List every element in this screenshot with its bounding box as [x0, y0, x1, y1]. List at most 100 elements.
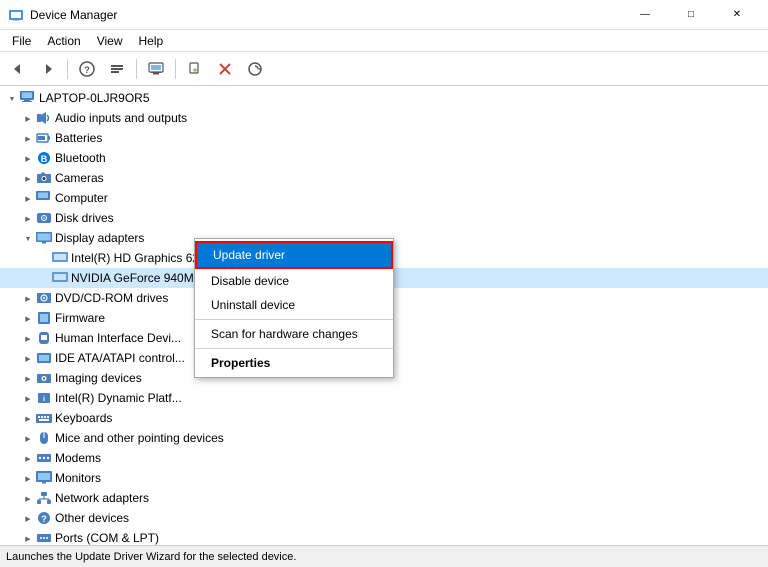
expander-bluetooth[interactable] [20, 148, 36, 168]
context-menu-properties[interactable]: Properties [195, 351, 393, 375]
expander-imaging[interactable] [20, 368, 36, 388]
tree-item-batteries[interactable]: Batteries [0, 128, 768, 148]
help-icon: ? [79, 61, 95, 77]
tree-item-modems[interactable]: Modems [0, 448, 768, 468]
expander-audio[interactable] [20, 108, 36, 128]
context-menu-disable-device[interactable]: Disable device [195, 269, 393, 293]
icon-other: ? [36, 510, 52, 526]
context-menu-uninstall-device[interactable]: Uninstall device [195, 293, 393, 317]
tree-item-monitors[interactable]: Monitors [0, 468, 768, 488]
toolbar-separator-2 [136, 59, 137, 79]
tree-label-bluetooth: Bluetooth [55, 151, 106, 165]
icon-nvidia [52, 270, 68, 286]
tree-item-disk[interactable]: Disk drives [0, 208, 768, 228]
icon-cameras [36, 170, 52, 186]
tree-label-dvd: DVD/CD-ROM drives [55, 291, 168, 305]
expander-monitors[interactable] [20, 468, 36, 488]
tree-label-firmware: Firmware [55, 311, 105, 325]
tree-item-mice[interactable]: Mice and other pointing devices [0, 428, 768, 448]
toolbar-separator-1 [67, 59, 68, 79]
expander-hid[interactable] [20, 328, 36, 348]
toolbar: ? + [0, 52, 768, 86]
tree-item-other[interactable]: ? Other devices [0, 508, 768, 528]
expander-display[interactable] [20, 228, 36, 248]
properties-icon [109, 61, 125, 77]
tree-label-ports: Ports (COM & LPT) [55, 531, 159, 545]
expander-other[interactable] [20, 508, 36, 528]
toolbar-scan-button[interactable] [241, 55, 269, 83]
tree-label-monitors: Monitors [55, 471, 101, 485]
icon-hid [36, 330, 52, 346]
context-menu-separator-2 [195, 348, 393, 349]
icon-monitors [36, 470, 52, 486]
icon-intel-hd [52, 250, 68, 266]
svg-text:?: ? [41, 514, 47, 524]
tree-label-batteries: Batteries [55, 131, 102, 145]
expander-mice[interactable] [20, 428, 36, 448]
title-bar-left: Device Manager [8, 7, 117, 23]
tree-item-ports[interactable]: Ports (COM & LPT) [0, 528, 768, 545]
expander-disk[interactable] [20, 208, 36, 228]
context-menu: Update driver Disable device Uninstall d… [194, 238, 394, 378]
icon-modems [36, 450, 52, 466]
tree-item-bluetooth[interactable]: B Bluetooth [0, 148, 768, 168]
icon-keyboards [36, 410, 52, 426]
icon-ports [36, 530, 52, 545]
tree-label-network: Network adapters [55, 491, 149, 505]
menu-help[interactable]: Help [131, 30, 172, 51]
tree-label-other: Other devices [55, 511, 129, 525]
maximize-button[interactable]: □ [668, 0, 714, 30]
tree-label-modems: Modems [55, 451, 101, 465]
close-button[interactable]: ✕ [714, 0, 760, 30]
expander-network[interactable] [20, 488, 36, 508]
expander-modems[interactable] [20, 448, 36, 468]
back-icon [10, 61, 26, 77]
icon-network [36, 490, 52, 506]
minimize-button[interactable]: — [622, 0, 668, 30]
tree-label-disk: Disk drives [55, 211, 114, 225]
tree-item-network[interactable]: Network adapters [0, 488, 768, 508]
toolbar-new-button[interactable]: + [181, 55, 209, 83]
tree-label-audio: Audio inputs and outputs [55, 111, 187, 125]
tree-item-computer[interactable]: Computer [0, 188, 768, 208]
expander-keyboards[interactable] [20, 408, 36, 428]
menu-file[interactable]: File [4, 30, 39, 51]
expander-cameras[interactable] [20, 168, 36, 188]
tree-item-keyboards[interactable]: Keyboards [0, 408, 768, 428]
expander-firmware[interactable] [20, 308, 36, 328]
expander-batteries[interactable] [20, 128, 36, 148]
window-title: Device Manager [30, 8, 117, 22]
svg-text:+: + [192, 65, 197, 75]
tree-item-root[interactable]: LAPTOP-0LJR9OR5 [0, 88, 768, 108]
tree-label-root: LAPTOP-0LJR9OR5 [39, 91, 150, 105]
tree-label-keyboards: Keyboards [55, 411, 112, 425]
context-menu-update-driver[interactable]: Update driver [195, 241, 393, 269]
toolbar-back-button[interactable] [4, 55, 32, 83]
menu-bar: File Action View Help [0, 30, 768, 52]
tree-item-audio[interactable]: Audio inputs and outputs [0, 108, 768, 128]
menu-action[interactable]: Action [39, 30, 88, 51]
tree-item-intel-dynamic[interactable]: i Intel(R) Dynamic Platf... [0, 388, 768, 408]
expander-dvd[interactable] [20, 288, 36, 308]
tree-item-cameras[interactable]: Cameras [0, 168, 768, 188]
icon-imaging [36, 370, 52, 386]
expander-ide[interactable] [20, 348, 36, 368]
status-text: Launches the Update Driver Wizard for th… [6, 551, 296, 563]
toolbar-forward-button[interactable] [34, 55, 62, 83]
menu-view[interactable]: View [89, 30, 131, 51]
icon-intel-dynamic: i [36, 390, 52, 406]
context-menu-scan-hardware[interactable]: Scan for hardware changes [195, 322, 393, 346]
expander-computer[interactable] [20, 188, 36, 208]
toolbar-computer-button[interactable] [142, 55, 170, 83]
expander-root[interactable] [4, 88, 20, 108]
title-bar: Device Manager — □ ✕ [0, 0, 768, 30]
expander-intel-dynamic[interactable] [20, 388, 36, 408]
icon-batteries [36, 130, 52, 146]
toolbar-properties-button[interactable] [103, 55, 131, 83]
expander-ports[interactable] [20, 528, 36, 545]
tree-label-nvidia: NVIDIA GeForce 940MX [71, 271, 202, 285]
tree-label-intel-hd: Intel(R) HD Graphics 620 [71, 251, 206, 265]
tree-label-imaging: Imaging devices [55, 371, 142, 385]
toolbar-delete-button[interactable] [211, 55, 239, 83]
toolbar-help-button[interactable]: ? [73, 55, 101, 83]
